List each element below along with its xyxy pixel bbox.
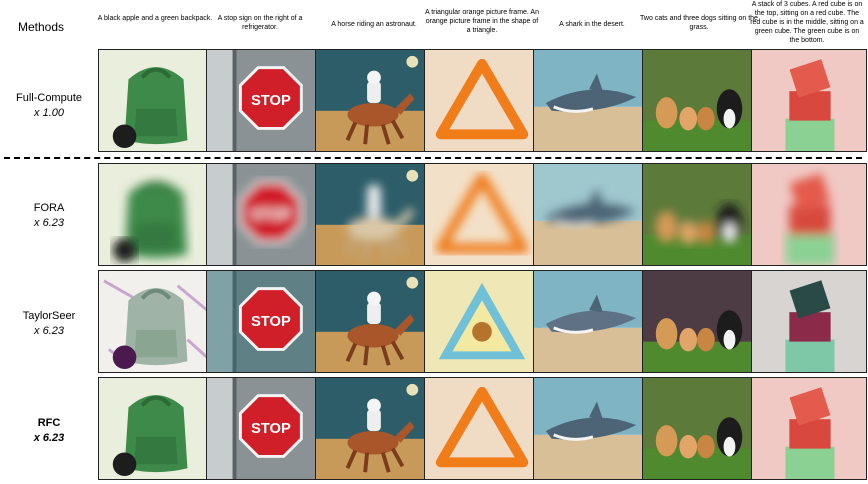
prompt-horse-astronaut: A horse riding an astronaut.	[331, 21, 417, 28]
svg-text:STOP: STOP	[251, 314, 291, 330]
section-divider	[4, 157, 862, 159]
image-triangle-frame	[424, 270, 540, 373]
image-apple-backpack	[98, 270, 214, 373]
method-name: FORA	[33, 202, 65, 214]
image-horse-astronaut	[315, 377, 431, 480]
svg-text:STOP: STOP	[251, 207, 291, 223]
image-cats-dogs	[642, 377, 758, 480]
method-label-fora: FORA x 6.23	[0, 201, 98, 231]
image-cats-dogs	[642, 49, 758, 152]
image-cats-dogs	[642, 270, 758, 373]
image-apple-backpack	[98, 377, 214, 480]
image-triangle-frame	[424, 49, 540, 152]
image-shark-desert	[533, 377, 649, 480]
method-factor: x 6.23	[34, 217, 64, 229]
method-name: RFC	[37, 417, 61, 429]
prompt-shark-desert: A shark in the desert.	[559, 21, 625, 28]
prompt-triangle-frame: A triangular orange picture frame. An or…	[424, 9, 539, 34]
image-stop-sign: STOP	[206, 270, 322, 373]
image-stop-sign: STOP	[206, 163, 322, 266]
image-stop-sign: STOP	[206, 377, 322, 480]
prompt-apple-backpack: A black apple and a green backpack.	[97, 15, 213, 22]
image-triangle-frame	[424, 163, 540, 266]
method-factor: x 1.00	[34, 107, 64, 119]
image-horse-astronaut	[315, 163, 431, 266]
image-triangle-frame	[424, 377, 540, 480]
prompt-stop-sign: A stop sign on the right of a refrigerat…	[217, 15, 303, 31]
image-cats-dogs	[642, 163, 758, 266]
image-stacked-cubes	[751, 270, 867, 373]
methods-header: Methods	[18, 20, 65, 34]
image-apple-backpack	[98, 163, 214, 266]
method-label-taylorseer: TaylorSeer x 6.23	[0, 309, 98, 339]
image-stacked-cubes	[751, 49, 867, 152]
image-apple-backpack	[98, 49, 214, 152]
svg-text:STOP: STOP	[251, 93, 291, 109]
method-name: TaylorSeer	[22, 310, 76, 322]
prompt-stack-cubes: A stack of 3 cubes. A red cube is on the…	[750, 1, 864, 44]
svg-text:STOP: STOP	[251, 421, 291, 437]
image-shark-desert	[533, 163, 649, 266]
image-horse-astronaut	[315, 270, 431, 373]
method-label-rfc: RFC x 6.23	[0, 416, 98, 446]
image-stop-sign: STOP	[206, 49, 322, 152]
method-label-full-compute: Full-Compute x 1.00	[0, 91, 98, 121]
prompt-cats-dogs: Two cats and three dogs sitting on the g…	[640, 15, 758, 31]
method-name: Full-Compute	[15, 92, 83, 104]
image-shark-desert	[533, 49, 649, 152]
image-shark-desert	[533, 270, 649, 373]
image-stacked-cubes	[751, 377, 867, 480]
method-factor: x 6.23	[34, 325, 64, 337]
image-stacked-cubes	[751, 163, 867, 266]
method-factor: x 6.23	[33, 432, 65, 444]
image-horse-astronaut	[315, 49, 431, 152]
